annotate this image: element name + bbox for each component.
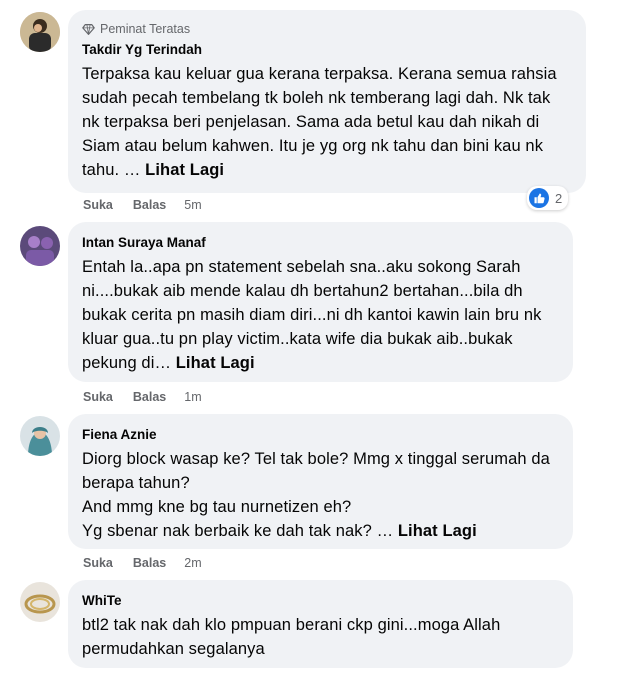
timestamp[interactable]: 2m <box>184 556 201 570</box>
diamond-icon <box>82 23 95 35</box>
avatar[interactable] <box>20 416 60 456</box>
comment-text: Terpaksa kau keluar gua kerana terpaksa.… <box>82 62 572 182</box>
like-button[interactable]: Suka <box>83 198 113 212</box>
comment-bubble: Peminat Teratas Takdir Yg Terindah Terpa… <box>68 10 586 193</box>
comment-author[interactable]: Fiena Aznie <box>82 426 559 444</box>
comment-bubble: WhiTe btl2 tak nak dah klo pmpuan berani… <box>68 580 573 668</box>
see-more-link[interactable]: Lihat Lagi <box>398 522 477 540</box>
comment-text: btl2 tak nak dah klo pmpuan berani ckp g… <box>82 613 559 661</box>
comment-author[interactable]: Takdir Yg Terindah <box>82 41 572 59</box>
reply-button[interactable]: Balas <box>133 556 166 570</box>
comment-actions: Suka Balas 5m <box>83 198 202 212</box>
comment-actions: Suka Balas 1m <box>83 390 202 404</box>
comment-text: Diorg block wasap ke? Tel tak bole? Mmg … <box>82 447 559 543</box>
reaction-summary[interactable]: 2 <box>527 186 569 210</box>
comment-body: btl2 tak nak dah klo pmpuan berani ckp g… <box>82 616 506 658</box>
avatar[interactable] <box>20 582 60 622</box>
user-photo-icon <box>20 582 60 622</box>
timestamp[interactable]: 1m <box>184 390 201 404</box>
avatar[interactable] <box>20 226 60 266</box>
user-photo-icon <box>20 12 60 52</box>
reply-button[interactable]: Balas <box>133 390 166 404</box>
see-more-link[interactable]: Lihat Lagi <box>145 161 224 179</box>
top-fan-badge: Peminat Teratas <box>82 20 572 38</box>
user-photo-icon <box>20 416 60 456</box>
like-button[interactable]: Suka <box>83 556 113 570</box>
like-button[interactable]: Suka <box>83 390 113 404</box>
comment-bubble: Fiena Aznie Diorg block wasap ke? Tel ta… <box>68 414 573 549</box>
comment-author[interactable]: WhiTe <box>82 592 559 610</box>
comment-actions: Suka Balas 2m <box>83 556 202 570</box>
reaction-count: 2 <box>555 190 563 206</box>
badge-label: Peminat Teratas <box>100 22 191 36</box>
comment-text: Entah la..apa pn statement sebelah sna..… <box>82 255 559 375</box>
comment-body: Diorg block wasap ke? Tel tak bole? Mmg … <box>82 450 550 540</box>
timestamp[interactable]: 5m <box>184 198 201 212</box>
user-photo-icon <box>20 226 60 266</box>
comment-bubble: Intan Suraya Manaf Entah la..apa pn stat… <box>68 222 573 382</box>
avatar[interactable] <box>20 12 60 52</box>
comment-author[interactable]: Intan Suraya Manaf <box>82 234 559 252</box>
reply-button[interactable]: Balas <box>133 198 166 212</box>
see-more-link[interactable]: Lihat Lagi <box>176 354 255 372</box>
like-icon <box>529 188 549 208</box>
comment-body: Entah la..apa pn statement sebelah sna..… <box>82 258 547 372</box>
